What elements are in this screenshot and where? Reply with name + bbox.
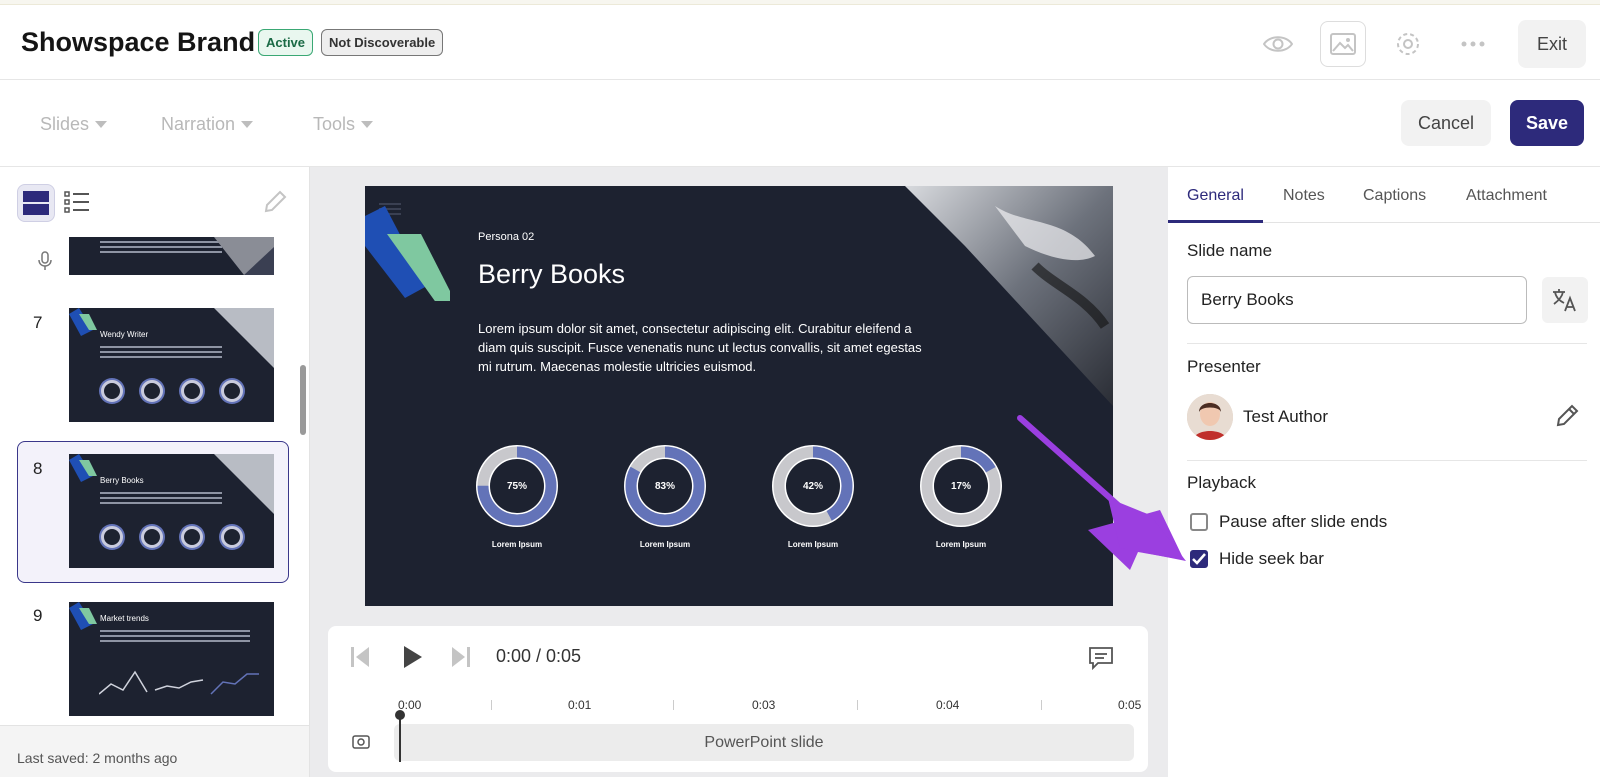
thumbnail-view-toggle[interactable] [17, 184, 55, 222]
skip-forward-icon[interactable] [451, 646, 471, 673]
stat-donut: 17% Lorem Ipsum [919, 444, 1003, 549]
tab-general[interactable]: General [1187, 187, 1244, 205]
more-icon[interactable] [1450, 21, 1496, 67]
avatar [1187, 394, 1233, 440]
edit-pencil-icon[interactable] [262, 189, 288, 215]
hide-seek-bar-label[interactable]: Hide seek bar [1219, 549, 1324, 569]
editor-toolbar: Slides Narration Tools Cancel Save [0, 80, 1600, 167]
visibility-badge: Not Discoverable [321, 29, 444, 56]
tab-captions[interactable]: Captions [1363, 187, 1426, 205]
checkmark-icon [1192, 553, 1206, 565]
slide-name-input[interactable] [1187, 276, 1527, 324]
slide-title: Berry Books [478, 259, 626, 289]
timeline-tick: 0:05 [1118, 698, 1142, 712]
presenter-name: Test Author [1243, 407, 1329, 426]
properties-panel: General Notes Captions Attachment Slide … [1168, 167, 1600, 777]
screen-capture-icon[interactable] [352, 733, 370, 754]
edit-presenter-icon[interactable] [1554, 403, 1580, 429]
slide-list-panel: 7 Wendy Writer 8 Berry Books 9 Market tr… [0, 167, 310, 777]
playback-time: 0:00 / 0:05 [496, 646, 582, 666]
stat-percent: 75% [506, 480, 527, 492]
tools-menu[interactable]: Tools [313, 114, 374, 135]
microphone-icon[interactable] [38, 251, 52, 276]
stat-label: Lorem Ipsum [491, 540, 543, 549]
thumbnail-title: Berry Books [100, 476, 144, 485]
slide-number: 8 [33, 459, 43, 478]
slides-menu[interactable]: Slides [40, 114, 108, 135]
app-header: Showspace Brand Active Not Discoverable … [0, 5, 1600, 80]
slide-thumbnail-partial[interactable] [69, 237, 274, 275]
slide-persona-label: Persona 02 [478, 231, 535, 243]
slide-thumbnail[interactable]: Wendy Writer [69, 308, 274, 422]
captions-icon[interactable] [1088, 645, 1114, 676]
list-view-toggle[interactable] [62, 187, 92, 217]
thumbnail-title: Market trends [100, 614, 149, 623]
translate-icon[interactable] [1542, 277, 1588, 323]
timeline-track[interactable]: PowerPoint slide [394, 724, 1134, 761]
hide-seek-bar-checkbox[interactable] [1190, 550, 1208, 568]
playhead[interactable] [399, 714, 401, 762]
status-badge: Active [258, 29, 314, 56]
stat-donut: 42% Lorem Ipsum [771, 444, 855, 549]
tab-attachment[interactable]: Attachment [1466, 187, 1547, 205]
pause-after-slide-label[interactable]: Pause after slide ends [1219, 512, 1387, 532]
thumbnail-title: Wendy Writer [100, 330, 149, 339]
stat-donut: 83% Lorem Ipsum [623, 444, 707, 549]
stat-label: Lorem Ipsum [787, 540, 839, 549]
tab-notes[interactable]: Notes [1283, 187, 1325, 205]
slide-thumbnail[interactable]: Market trends [69, 602, 274, 716]
eye-icon[interactable] [1255, 21, 1301, 67]
timeline-tick: 0:04 [936, 698, 960, 712]
playhead-handle[interactable] [395, 710, 405, 720]
slide-name-label: Slide name [1187, 241, 1273, 260]
tools-menu-label: Tools [313, 114, 356, 134]
playback-label: Playback [1187, 473, 1256, 492]
stat-label: Lorem Ipsum [935, 540, 987, 549]
play-icon[interactable] [403, 645, 423, 674]
slide-thumbnail[interactable]: Berry Books [69, 454, 274, 568]
gear-icon[interactable] [1385, 21, 1431, 67]
slide-number: 7 [33, 313, 43, 332]
skip-back-icon[interactable] [350, 646, 370, 673]
narration-menu[interactable]: Narration [161, 114, 254, 135]
image-icon[interactable] [1320, 21, 1366, 67]
slide-photo [905, 186, 1113, 406]
caret-down-icon [241, 121, 254, 128]
cancel-button[interactable]: Cancel [1401, 100, 1491, 146]
save-button[interactable]: Save [1510, 100, 1584, 146]
exit-button[interactable]: Exit [1518, 20, 1586, 68]
slide-editor-area: Persona 02 Berry Books Lorem ipsum dolor… [310, 167, 1168, 777]
panel-tabs: General Notes Captions Attachment [1168, 167, 1600, 223]
timeline-tick: 0:01 [568, 698, 592, 712]
slide-number: 9 [33, 606, 43, 625]
sidebar-scrollbar[interactable] [300, 365, 306, 435]
timeline-player: 0:00 / 0:05 0:00 0:01 0:03 0:04 0:05 Pow… [328, 626, 1148, 772]
page-title: Showspace Brand [21, 27, 256, 57]
stat-donut: 75% Lorem Ipsum [475, 444, 559, 549]
slide-body-text: Lorem ipsum dolor sit amet, consectetur … [478, 321, 922, 374]
caret-down-icon [361, 121, 374, 128]
presenter-label: Presenter [1187, 357, 1261, 376]
stat-percent: 42% [802, 480, 823, 492]
stat-label: Lorem Ipsum [639, 540, 691, 549]
narration-menu-label: Narration [161, 114, 236, 134]
slide-preview: Persona 02 Berry Books Lorem ipsum dolor… [365, 186, 1113, 606]
stat-percent: 83% [654, 480, 675, 492]
timeline-tick: 0:03 [752, 698, 776, 712]
last-saved-status: Last saved: 2 months ago [0, 725, 309, 777]
slides-menu-label: Slides [40, 114, 90, 134]
pause-after-slide-checkbox[interactable] [1190, 513, 1208, 531]
caret-down-icon [95, 121, 108, 128]
stat-percent: 17% [950, 480, 971, 492]
brand-shape [365, 206, 450, 301]
active-tab-indicator [1168, 220, 1263, 223]
